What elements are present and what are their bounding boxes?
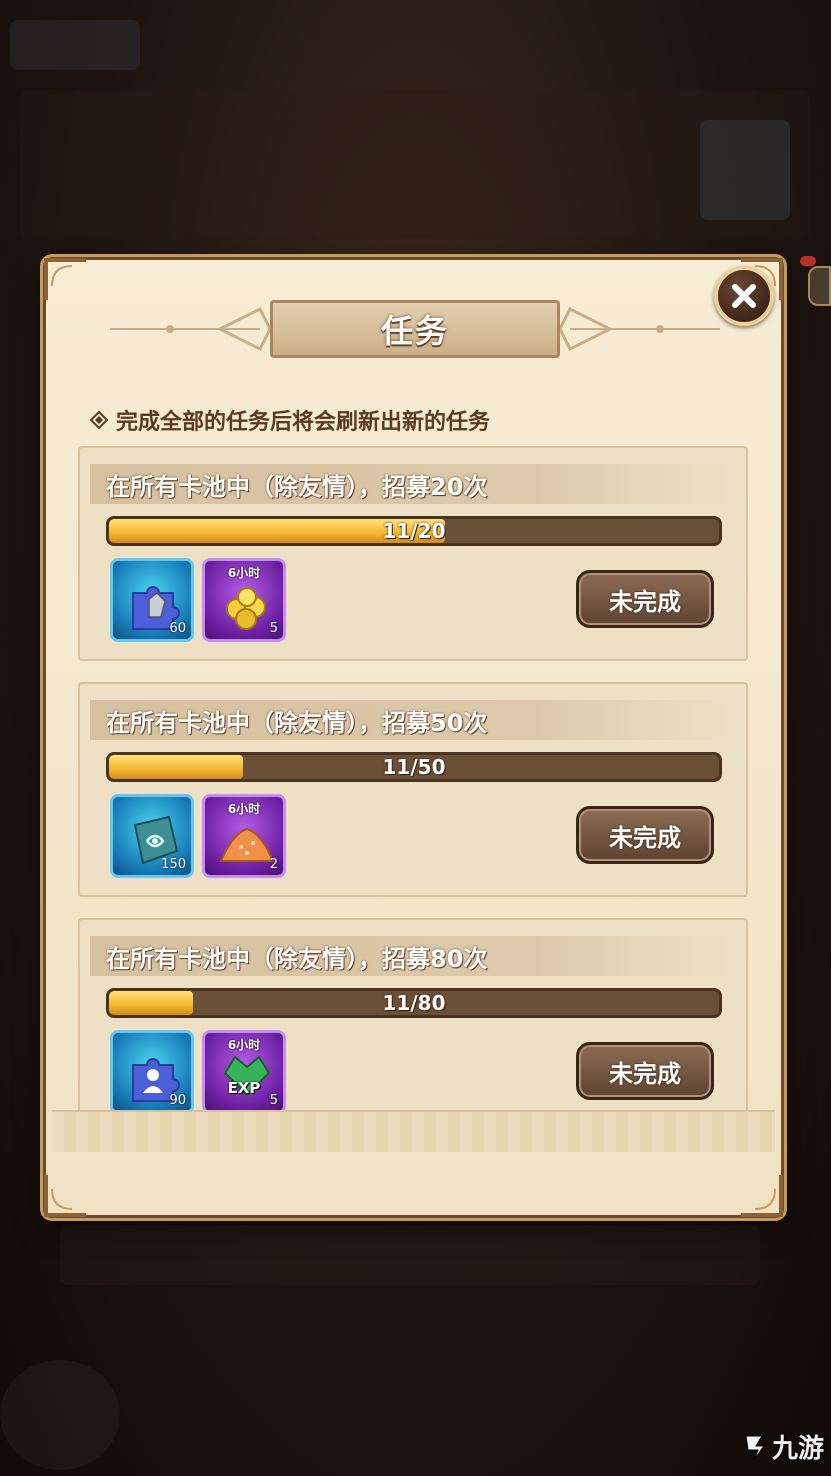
task-card: 在所有卡池中（除友情），招募20次 11/20 60 6小时 5 未完成 [78, 446, 748, 661]
task-header: 在所有卡池中（除友情），招募50次 [90, 700, 730, 740]
dust-pile-icon [219, 827, 275, 862]
corner-ornament-icon [44, 258, 86, 300]
progress-text: 11/20 [382, 519, 446, 543]
status-label: 未完成 [609, 1059, 681, 1088]
gold-coins-icon [226, 587, 266, 630]
notification-dot [800, 256, 816, 266]
reward-list: 60 6小时 5 [110, 558, 286, 642]
progress-bar: 11/80 [106, 988, 722, 1018]
corner-ornament-icon [44, 1175, 86, 1217]
reward-list: 150 6小时 2 [110, 794, 286, 878]
reward-item[interactable]: 6小时 5 [202, 558, 286, 642]
task-card: 在所有卡池中（除友情），招募80次 11/80 90 6小时 EXP 5 未完成 [78, 918, 748, 1118]
title-bar: 任务 [270, 300, 560, 358]
reward-item[interactable]: 6小时 2 [202, 794, 286, 878]
task-title: 在所有卡池中（除友情），招募50次 [106, 708, 488, 737]
reward-qty: 90 [169, 1093, 186, 1108]
watermark: 九游 [742, 1428, 824, 1465]
close-icon [732, 284, 756, 308]
refresh-hint: 完成全部的任务后将会刷新出新的任务 [90, 404, 490, 436]
status-label: 未完成 [609, 587, 681, 616]
task-status-button[interactable]: 未完成 [576, 1042, 714, 1100]
progress-bar: 11/20 [106, 516, 722, 546]
task-title: 在所有卡池中（除友情），招募80次 [106, 944, 488, 973]
jiuyou-logo-icon [745, 1435, 765, 1460]
dialog-title-banner: 任务 [110, 296, 720, 362]
progress-text: 11/80 [382, 991, 446, 1015]
reward-qty: 150 [161, 857, 186, 872]
scroll-bottom-border [52, 1110, 775, 1152]
reward-item[interactable]: 90 [110, 1030, 194, 1114]
progress-text: 11/50 [382, 755, 446, 779]
task-title: 在所有卡池中（除友情），招募20次 [106, 472, 488, 501]
task-status-button[interactable]: 未完成 [576, 570, 714, 628]
reward-item[interactable]: 6小时 EXP 5 [202, 1030, 286, 1114]
task-card: 在所有卡池中（除友情），招募50次 11/50 150 6小时 2 未完成 [78, 682, 748, 897]
progress-bar: 11/50 [106, 752, 722, 782]
status-label: 未完成 [609, 823, 681, 852]
reward-qty: 5 [269, 621, 278, 636]
task-header: 在所有卡池中（除友情），招募20次 [90, 464, 730, 504]
reward-item[interactable]: 150 [110, 794, 194, 878]
corner-ornament-icon [741, 1175, 783, 1217]
watermark-text: 九游 [772, 1434, 825, 1464]
reward-list: 90 6小时 EXP 5 [110, 1030, 286, 1114]
reward-item[interactable]: 60 [110, 558, 194, 642]
task-header: 在所有卡池中（除友情），招募80次 [90, 936, 730, 976]
reward-qty: 60 [169, 621, 186, 636]
reward-qty: 5 [269, 1093, 278, 1108]
task-status-button[interactable]: 未完成 [576, 806, 714, 864]
side-tab[interactable] [808, 266, 831, 306]
exp-gem-icon [223, 1055, 271, 1097]
diamond-bullet-icon [90, 411, 108, 429]
reward-qty: 2 [269, 857, 278, 872]
hint-text: 完成全部的任务后将会刷新出新的任务 [116, 410, 491, 435]
close-button[interactable] [714, 266, 774, 326]
page-title: 任务 [380, 312, 449, 350]
